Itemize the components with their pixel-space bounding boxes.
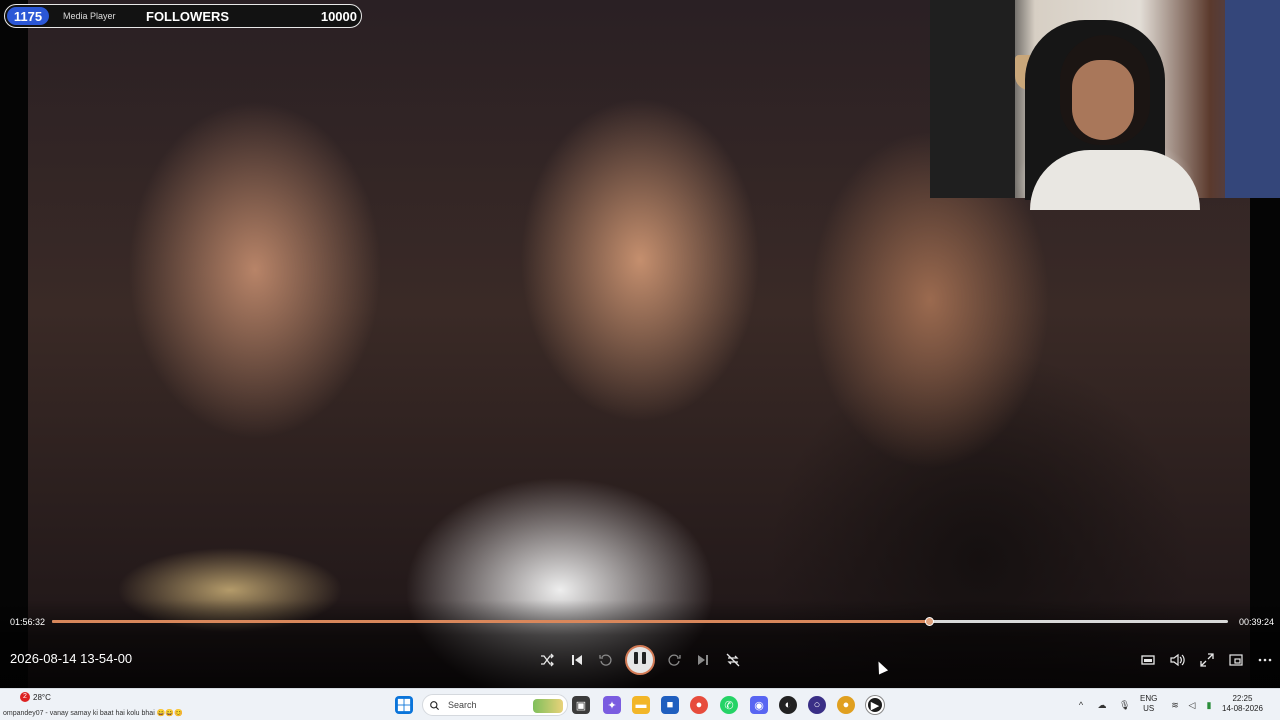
start-button[interactable] <box>395 696 413 714</box>
webcam-face <box>1072 60 1134 140</box>
media-player-taskbar-button[interactable]: ▶ <box>866 696 884 714</box>
time-elapsed: 01:56:32 <box>10 617 46 627</box>
webcam-poster <box>1225 0 1280 198</box>
wifi-icon[interactable]: ≋ <box>1170 700 1180 710</box>
discord-icon: ◉ <box>754 699 764 712</box>
task-view-button[interactable]: ▣ <box>572 696 590 714</box>
file-explorer-button[interactable]: ▬ <box>632 696 650 714</box>
follower-goal: 10000 <box>320 9 357 24</box>
forward-button[interactable] <box>662 648 686 672</box>
previous-button[interactable] <box>565 648 589 672</box>
chrome-button[interactable]: ● <box>690 696 708 714</box>
webcam-overlay <box>930 0 1280 210</box>
store-icon: ■ <box>666 699 674 711</box>
play-pause-button[interactable] <box>625 645 655 675</box>
task-view-icon: ▣ <box>575 699 587 712</box>
repeat-off-icon <box>726 653 740 667</box>
temperature: 28°C <box>33 693 51 702</box>
speaker-icon[interactable]: ◁ <box>1187 700 1197 710</box>
time-remaining: 00:39:24 <box>1239 617 1275 627</box>
news-ticker[interactable]: ompandey07 - vanay samay ki baat hai kol… <box>3 709 218 717</box>
fullscreen-icon <box>1200 653 1214 667</box>
cast-icon <box>1229 654 1243 666</box>
webcam-wall-left <box>930 0 1015 198</box>
media-player-window: 1175 Media Player FOLLOWERS 10000 01:56:… <box>0 0 1280 720</box>
letterbox-left <box>0 0 28 688</box>
copilot-button[interactable]: ✦ <box>603 696 621 714</box>
pause-icon <box>632 651 648 669</box>
search-icon <box>430 700 440 710</box>
whatsapp-icon: ✆ <box>724 699 734 712</box>
shuffle-button[interactable] <box>535 648 559 672</box>
clock-time: 22:25 <box>1232 694 1253 703</box>
next-button[interactable] <box>691 648 715 672</box>
chrome-profile-icon: ● <box>842 699 850 711</box>
shuffle-icon <box>541 653 554 667</box>
followers-label: FOLLOWERS <box>146 9 230 24</box>
store-button[interactable]: ■ <box>661 696 679 714</box>
language-code: ENG <box>1140 694 1158 703</box>
region-code: US <box>1143 704 1155 713</box>
windows-icon <box>397 698 411 712</box>
obs-icon: ○ <box>813 699 821 711</box>
media-player-icon: ▶ <box>870 699 880 712</box>
battery-icon[interactable]: ▮ <box>1204 700 1214 710</box>
seek-progress <box>52 620 930 623</box>
discord-button[interactable]: ◉ <box>750 696 768 714</box>
onedrive-icon[interactable]: ☁ <box>1097 700 1107 710</box>
more-icon <box>1258 658 1272 662</box>
chrome-profile-button[interactable]: ● <box>837 696 855 714</box>
microphone-icon[interactable]: 🎙 <box>1119 700 1130 710</box>
fullscreen-button[interactable] <box>1195 648 1219 672</box>
miniplayer-button[interactable] <box>1136 648 1160 672</box>
clock[interactable]: 22:25 14-08-2026 <box>1222 694 1263 714</box>
repeat-button[interactable] <box>721 648 745 672</box>
rewind-10-icon <box>599 654 612 666</box>
seek-bar[interactable] <box>52 617 1228 626</box>
more-options-button[interactable] <box>1253 648 1277 672</box>
previous-icon <box>572 655 582 665</box>
rewind-button[interactable] <box>594 648 618 672</box>
volume-icon <box>1170 653 1185 667</box>
input-language[interactable]: ENG US <box>1140 694 1157 714</box>
chrome-icon: ● <box>695 699 703 711</box>
steam-icon: ◐ <box>784 699 792 711</box>
window-title: Media Player <box>63 11 116 21</box>
search-highlight-icon <box>533 699 563 713</box>
forward-30-icon <box>668 654 681 666</box>
copilot-icon: ✦ <box>607 699 617 712</box>
taskbar: 2 28°C ompandey07 - vanay samay ki baat … <box>0 688 1280 720</box>
tray-overflow-icon[interactable]: ^ <box>1076 700 1086 710</box>
cast-button[interactable] <box>1224 648 1248 672</box>
obs-button[interactable]: ○ <box>808 696 826 714</box>
volume-button[interactable] <box>1165 648 1189 672</box>
next-icon <box>698 655 708 665</box>
search-placeholder: Search <box>448 700 477 710</box>
whatsapp-button[interactable]: ✆ <box>720 696 738 714</box>
taskbar-search[interactable]: Search <box>422 694 568 716</box>
miniplayer-icon <box>1141 655 1155 665</box>
follower-goal-bar: 1175 Media Player FOLLOWERS 10000 <box>4 4 362 28</box>
steam-button[interactable]: ◐ <box>779 696 797 714</box>
clock-date: 14-08-2026 <box>1222 704 1263 713</box>
folder-icon: ▬ <box>635 699 647 711</box>
notification-badge: 2 <box>20 692 30 702</box>
video-title: 2026-08-14 13-54-00 <box>10 651 133 666</box>
follower-count: 1175 <box>7 7 49 25</box>
